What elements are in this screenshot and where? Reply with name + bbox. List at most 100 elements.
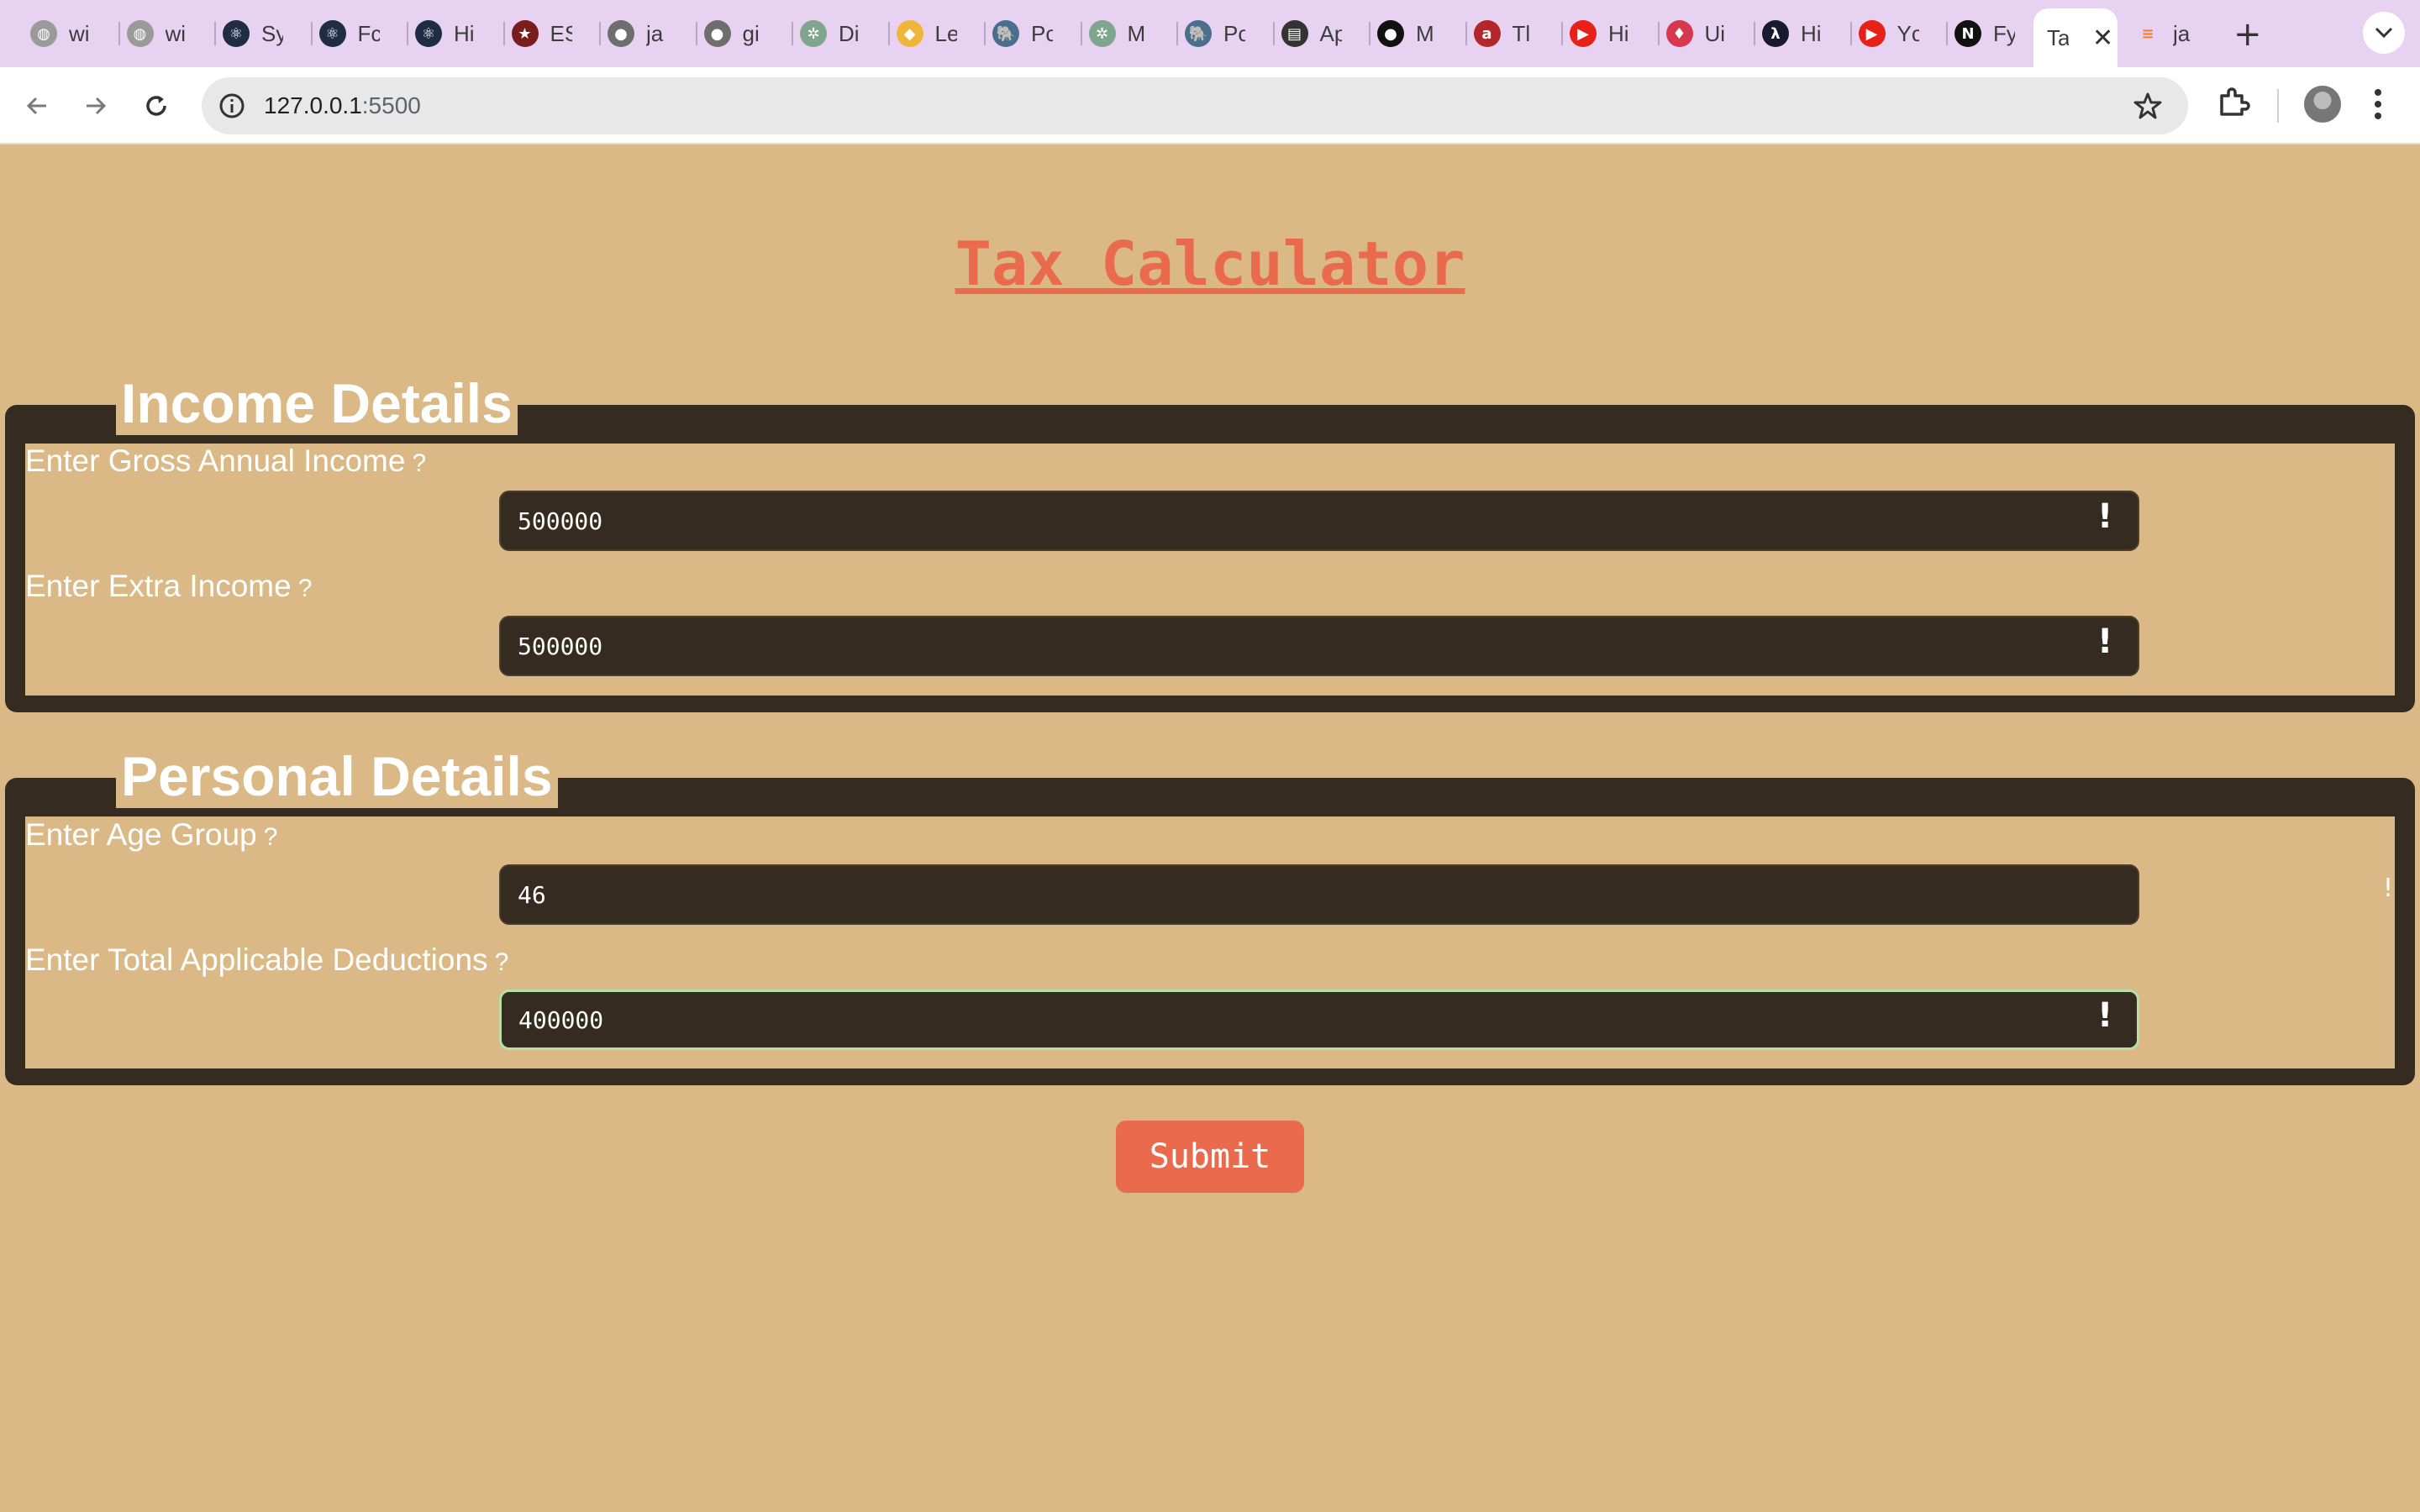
tab-search-chevron-down-icon[interactable] [2363, 12, 2405, 54]
forward-arrow-icon[interactable] [77, 87, 114, 124]
youtube-icon: ▶ [1570, 20, 1597, 47]
browser-tab[interactable]: 🐘 Pc [992, 8, 1053, 59]
browser-tab[interactable]: ★ ES [511, 8, 572, 59]
income-details-legend: Income Details [116, 371, 518, 435]
label-text: Enter Age Group [25, 817, 257, 852]
tab-separator [502, 22, 505, 45]
tab-separator [984, 22, 986, 45]
submit-button[interactable]: Submit [1116, 1121, 1304, 1193]
browser-tab[interactable]: ⚛ Hi [415, 8, 476, 59]
stackoverflow-icon: ≡ [2141, 24, 2154, 43]
browser-tab[interactable]: ▶ Yc [1858, 8, 1919, 59]
tab-separator [599, 22, 601, 45]
label-text: Enter Total Applicable Deductions [25, 942, 488, 977]
close-icon[interactable]: ✕ [2092, 24, 2113, 53]
browser-tab[interactable]: ● M [1377, 8, 1438, 59]
site-info-icon[interactable] [218, 92, 245, 123]
reload-icon[interactable] [138, 87, 175, 124]
bookmark-star-icon[interactable] [2133, 91, 2163, 125]
tab-separator [1080, 22, 1082, 45]
browser-tab[interactable]: ♦ Ui [1665, 8, 1727, 59]
tab-title: ja [2173, 20, 2191, 46]
tab-last[interactable]: ≡ ja [2134, 8, 2195, 59]
tab-title: Hi [1801, 20, 1822, 46]
browser-tab[interactable]: ◆ Le [896, 8, 957, 59]
label-text: Enter Extra Income [25, 569, 292, 603]
tab-active[interactable]: Ta ✕ [2033, 8, 2118, 67]
github-icon: ● [608, 20, 634, 47]
tab-separator [1754, 22, 1755, 45]
browser-toolbar: 127.0.0.1:5500 [0, 67, 2420, 144]
browser-tab[interactable]: ◍ wi [126, 8, 187, 59]
kebab-menu-icon[interactable] [2373, 86, 2383, 127]
tab-separator [407, 22, 408, 45]
tab-title: Fy [1993, 20, 2015, 46]
star-icon: ★ [511, 20, 539, 47]
tab-separator [310, 22, 313, 45]
tab-title: Hi [454, 20, 475, 46]
browser-tab[interactable]: ✲ Di [800, 8, 860, 59]
warning-exclamation-icon: ! [2097, 497, 2113, 536]
url-text: 127.0.0.1:5500 [264, 92, 421, 119]
help-question-icon[interactable]: ? [495, 948, 509, 976]
tab-title: Le [934, 20, 957, 46]
help-question-icon[interactable]: ? [264, 823, 278, 851]
browser-tab-bar: ◍wi◍wi⚛Sy⚛Fc⚛Hi★ES●ja●gi✲Di◆Le🐘Pc✲M🐘Pc▤A… [0, 0, 2420, 67]
tab-separator [1369, 22, 1370, 45]
help-question-icon[interactable]: ? [412, 449, 426, 477]
tab-separator [792, 22, 793, 45]
browser-tab[interactable]: a Tl [1473, 8, 1534, 59]
tab-title: Tl [1512, 20, 1531, 46]
react-icon: ⚛ [223, 20, 250, 47]
browser-tab[interactable]: 🐘 Pc [1185, 8, 1245, 59]
notion-icon: N [1954, 20, 1981, 47]
gross-income-input[interactable] [499, 491, 2139, 551]
doc-icon: ▤ [1281, 20, 1308, 47]
browser-tab[interactable]: ⚛ Sy [223, 8, 283, 59]
youtube-icon: ▶ [1858, 20, 1886, 47]
gross-income-label: Enter Gross Annual Income? [25, 444, 426, 479]
label-text: Enter Gross Annual Income [25, 444, 406, 478]
personal-details-legend: Personal Details [116, 744, 558, 808]
extra-income-input[interactable] [499, 616, 2139, 676]
tab-title: Di [839, 20, 860, 46]
browser-tab[interactable]: ⚛ Fc [318, 8, 380, 59]
browser-tab[interactable]: ◍ wi [30, 8, 91, 59]
tab-title: Ap [1319, 20, 1342, 46]
profile-avatar[interactable] [2304, 86, 2341, 123]
a-icon: a [1473, 20, 1501, 47]
help-question-icon[interactable]: ? [298, 575, 313, 602]
github-icon: ● [703, 20, 731, 47]
new-tab-plus-icon[interactable]: + [2233, 15, 2262, 54]
warning-exclamation-icon: ! [2097, 996, 2113, 1035]
browser-tab[interactable]: ✲ M [1088, 8, 1150, 59]
extensions-puzzle-icon[interactable] [2217, 86, 2250, 123]
browser-tab[interactable]: ● ja [608, 8, 668, 59]
browser-tab[interactable]: N Fy [1954, 8, 2015, 59]
web-icon: ◍ [126, 20, 154, 47]
openai-icon: ✲ [1088, 20, 1116, 47]
tab-separator [214, 22, 216, 45]
openai-icon: ✲ [800, 20, 827, 47]
tab-separator [1465, 22, 1467, 45]
browser-tab[interactable]: λ Hi [1762, 8, 1823, 59]
age-group-input[interactable] [499, 864, 2139, 925]
browser-tab[interactable]: ▤ Ap [1281, 8, 1342, 59]
leetcode-icon: ◆ [896, 20, 923, 47]
postgres-icon: 🐘 [1185, 20, 1212, 47]
tab-title: wi [69, 20, 90, 46]
back-arrow-icon[interactable] [18, 87, 55, 124]
lambda-icon: λ [1762, 20, 1789, 47]
address-bar[interactable]: 127.0.0.1:5500 [202, 77, 2188, 134]
tab-title: Hi [1608, 20, 1629, 46]
browser-tab[interactable]: ▶ Hi [1570, 8, 1630, 59]
tab-title: Pc [1031, 20, 1053, 46]
tab-separator [1849, 22, 1852, 45]
browser-tab[interactable]: ● gi [703, 8, 765, 59]
warning-exclamation-icon: ! [2383, 874, 2394, 903]
deductions-input[interactable] [499, 990, 2139, 1050]
udemy-icon: ♦ [1665, 20, 1693, 47]
tab-title: Sy [261, 20, 283, 46]
react-icon: ⚛ [318, 20, 346, 47]
tab-separator [695, 22, 697, 45]
